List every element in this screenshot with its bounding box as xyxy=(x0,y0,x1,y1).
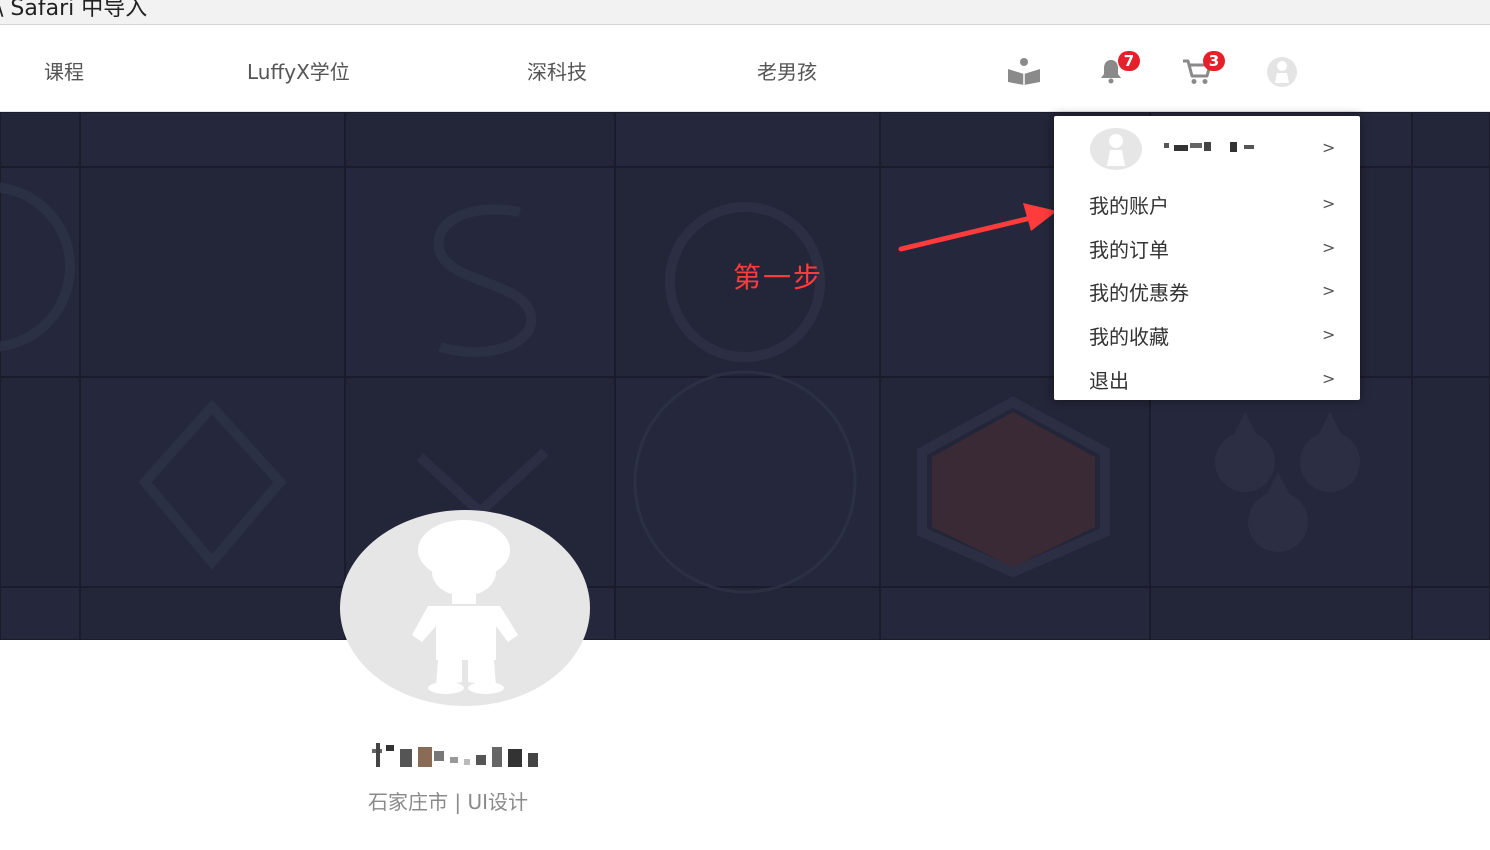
dropdown-item-my-coupons[interactable]: 我的优惠券 > xyxy=(1054,269,1360,309)
notification-badge: 7 xyxy=(1118,51,1140,71)
dropdown-item-label: 我的优惠券 xyxy=(1089,281,1189,305)
user-dropdown-menu: > 我的账户 > 我的订单 > 我的优惠券 > 我的收藏 > 退出 > xyxy=(1054,116,1360,400)
annotation-arrow xyxy=(898,203,1057,252)
book-reader-icon[interactable] xyxy=(1007,57,1041,85)
browser-import-text[interactable]: \ Safari 中导入 xyxy=(0,0,147,22)
chevron-right-icon: > xyxy=(1322,138,1336,157)
person-silhouette-icon xyxy=(412,520,518,694)
nav-link-courses[interactable]: 课程 xyxy=(44,56,84,85)
step-one-label: 第一步 xyxy=(733,261,824,294)
dropdown-item-logout[interactable]: 退出 > xyxy=(1054,357,1360,397)
dropdown-item-label: 我的收藏 xyxy=(1089,325,1169,349)
browser-top-strip: \ Safari 中导入 xyxy=(0,0,1490,25)
chevron-right-icon: > xyxy=(1322,281,1336,300)
avatar-icon[interactable] xyxy=(1266,56,1298,88)
dropdown-item-my-account[interactable]: 我的账户 > xyxy=(1054,182,1360,222)
dropdown-item-label: 退出 xyxy=(1089,369,1129,393)
redacted-username xyxy=(1164,142,1254,152)
nav-link-oldboy[interactable]: 老男孩 xyxy=(757,56,817,85)
dropdown-item-label: 我的订单 xyxy=(1089,238,1169,262)
top-navbar: 课程 LuffyX学位 深科技 老男孩 7 3 xyxy=(0,25,1490,112)
dropdown-item-label: 我的账户 xyxy=(1089,194,1169,218)
redacted-profile-name xyxy=(372,743,538,767)
chevron-right-icon: > xyxy=(1322,238,1336,257)
chevron-right-icon: > xyxy=(1322,369,1336,388)
dropdown-item-my-orders[interactable]: 我的订单 > xyxy=(1054,226,1360,266)
nav-link-deep-tech[interactable]: 深科技 xyxy=(527,56,587,85)
chevron-right-icon: > xyxy=(1322,325,1336,344)
dropdown-user-row[interactable]: > xyxy=(1054,128,1360,172)
dropdown-item-my-favorites[interactable]: 我的收藏 > xyxy=(1054,313,1360,353)
nav-link-luffyx-degree[interactable]: LuffyX学位 xyxy=(247,56,350,85)
chevron-right-icon: > xyxy=(1322,194,1336,213)
profile-avatar[interactable] xyxy=(340,510,590,706)
profile-location-role: 石家庄市 | UI设计 xyxy=(368,790,528,814)
cart-badge: 3 xyxy=(1203,51,1225,71)
dropdown-avatar xyxy=(1090,128,1142,170)
